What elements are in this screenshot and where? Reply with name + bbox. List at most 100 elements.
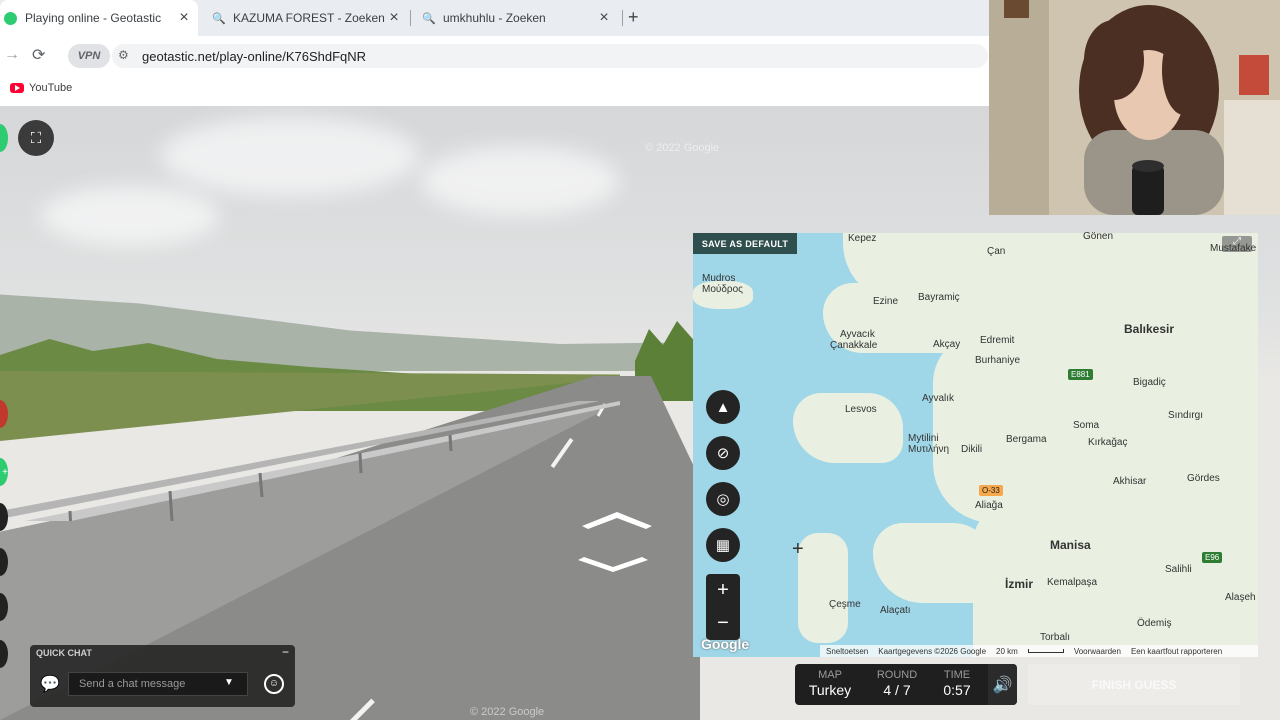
map-label: Çanakkale (830, 340, 878, 351)
status-map-label: MAP (818, 669, 842, 681)
search-icon: 🔍 (422, 12, 436, 25)
map-label: Dikili (961, 444, 983, 455)
tab-label: KAZUMA FOREST - Zoeken (233, 11, 385, 25)
cloud (40, 186, 220, 246)
map-label: Akçay (933, 339, 961, 350)
geotastic-favicon-icon (4, 11, 17, 25)
layers-icon[interactable]: ▦ (706, 528, 740, 562)
crosshair-cursor-icon: + (792, 538, 804, 560)
map-label: Soma (1073, 420, 1100, 431)
map-label: Çeşme (829, 599, 861, 610)
map-label: Bergama (1006, 434, 1047, 445)
map-label: Alaşeh (1225, 592, 1256, 603)
map-label: Mustafake (1210, 243, 1257, 254)
screen: Playing online - Geotastic × 🔍 KAZUMA FO… (0, 0, 1280, 720)
report-error-link[interactable]: Een kaartfout rapporteren (1131, 647, 1222, 656)
status-map: MAP Turkey (800, 669, 860, 698)
map-label: Kepez (848, 233, 877, 244)
map-label: Bigadiç (1133, 377, 1166, 388)
road-badge: E881 (1068, 369, 1093, 380)
map-label: Akhisar (1113, 476, 1147, 487)
map-label: Çan (987, 246, 1006, 257)
new-tab-button[interactable]: + (628, 7, 639, 28)
map-footer: Sneltoetsen Kaartgegevens ©2026 Google 2… (820, 645, 1258, 657)
terms-link[interactable]: Voorwaarden (1074, 647, 1121, 656)
guardrail (0, 401, 620, 521)
sound-toggle-icon[interactable]: 🔊 (988, 664, 1017, 705)
watermark-text: © 2022 Google (645, 142, 720, 154)
map-label: İzmir (1005, 577, 1034, 591)
map-label: Ödemiş (1137, 618, 1172, 629)
cloud (160, 116, 420, 196)
status-round-value: 4 / 7 (883, 682, 911, 698)
tab-separator (622, 10, 623, 26)
fullscreen-button[interactable]: ⛶ (18, 120, 54, 156)
minimize-chat-icon[interactable]: − (282, 645, 289, 659)
chevron-down-icon[interactable]: ▼ (224, 677, 234, 688)
move-backward-arrow-icon[interactable] (578, 557, 648, 575)
map-label: Ayvalık (922, 393, 955, 404)
road-badge: E96 (1202, 552, 1223, 563)
finish-guess-button[interactable]: FINISH GUESS (1028, 664, 1240, 705)
search-icon: 🔍 (212, 12, 226, 25)
close-tab-icon[interactable]: × (386, 9, 402, 27)
scale-bar (1027, 649, 1064, 653)
map-label: Lesvos (845, 404, 877, 415)
map-label: Mytilini (908, 433, 939, 444)
tab-separator (410, 10, 411, 26)
status-map-value: Turkey (808, 682, 852, 698)
status-round: ROUND 4 / 7 (868, 669, 926, 698)
google-logo: Google (701, 636, 750, 652)
shortcuts-link[interactable]: Sneltoetsen (826, 647, 868, 656)
forward-icon[interactable]: → (4, 46, 20, 64)
map-label: Kemalpaşa (1047, 577, 1098, 588)
reload-icon[interactable]: ⟳ (32, 45, 45, 65)
url-text[interactable]: geotastic.net/play-online/K76ShdFqNR (142, 49, 366, 64)
map-label: Gönen (1083, 231, 1114, 242)
cloud (420, 146, 620, 216)
youtube-icon (10, 83, 24, 93)
status-time-value: 0:57 (943, 682, 971, 698)
map-data-credit: Kaartgegevens ©2026 Google (878, 646, 987, 656)
tab-geotastic[interactable]: Playing online - Geotastic × (0, 0, 198, 36)
map-label: Gördes (1187, 473, 1220, 484)
status-time-label: TIME (943, 669, 971, 681)
map-label: Ezine (873, 296, 899, 307)
map-label: Kırkağaç (1088, 437, 1128, 448)
move-forward-arrow-icon[interactable] (582, 512, 652, 530)
bookmarks-bar (0, 76, 990, 106)
hide-labels-icon[interactable]: ⊘ (706, 436, 740, 470)
bookmark-youtube[interactable]: YouTube (29, 82, 72, 94)
vpn-badge[interactable]: VPN (68, 44, 110, 68)
map-label: Μυτιλήνη (908, 444, 950, 455)
map-label: Μούδρος (702, 284, 743, 295)
chios-island (798, 533, 848, 643)
zoom-in-button[interactable]: + (706, 574, 740, 607)
my-location-icon[interactable]: ◎ (706, 482, 740, 516)
chat-bubble-icon: 💬 (40, 676, 60, 693)
webcam-overlay (989, 0, 1280, 215)
site-settings-icon[interactable]: ⚙ (118, 48, 129, 62)
quick-chat-title: QUICK CHAT (36, 648, 92, 658)
webcam-image (989, 0, 1280, 215)
tab-label: Playing online - Geotastic (25, 11, 162, 25)
map-label: Mudros (702, 273, 736, 284)
karaburun-peninsula (873, 523, 993, 603)
save-as-default-button[interactable]: SAVE AS DEFAULT (693, 233, 797, 254)
map-label: Manisa (1050, 538, 1091, 552)
scale-label: 20 km (996, 646, 1018, 656)
tab-kazuma[interactable]: 🔍 KAZUMA FOREST - Zoeken × (208, 0, 408, 36)
close-tab-icon[interactable]: × (596, 9, 612, 27)
map-label: Aliağa (975, 500, 1003, 511)
close-tab-icon[interactable]: × (176, 9, 192, 27)
map-label: Torbalı (1040, 632, 1071, 643)
tab-umkhuhlu[interactable]: 🔍 umkhuhlu - Zoeken × (418, 0, 618, 36)
map-label: Salihli (1165, 564, 1192, 575)
terrain-toggle-icon[interactable]: ▲ (706, 390, 740, 424)
zoom-control: + − (706, 574, 740, 640)
status-time: TIME 0:57 (932, 669, 982, 698)
status-round-label: ROUND (876, 669, 918, 681)
emoji-icon[interactable]: ☺ (264, 674, 284, 694)
watermark-text: © 2022 Google (470, 706, 545, 718)
chat-message-input[interactable]: Send a chat message (68, 672, 248, 696)
